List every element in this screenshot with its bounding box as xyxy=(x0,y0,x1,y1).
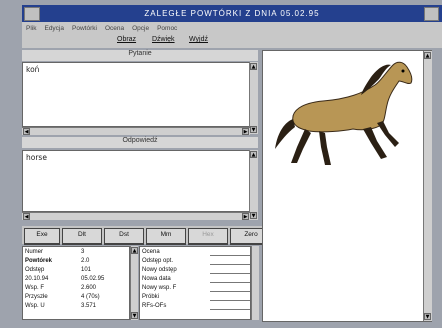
menu-item-exit[interactable]: Wyjdź xyxy=(189,36,208,43)
scroll-up-icon[interactable]: ▲ xyxy=(424,52,431,59)
rating-field[interactable] xyxy=(210,255,250,256)
stat-value: 3.571 xyxy=(81,303,97,309)
stat-value: 3 xyxy=(81,249,85,255)
stat-label: Wsp. F xyxy=(25,285,44,291)
rating-scrollbar[interactable] xyxy=(251,246,259,320)
rating-field[interactable] xyxy=(210,300,250,301)
menu-item-edit[interactable]: Edycja xyxy=(44,25,64,32)
scroll-right-icon[interactable]: ▶ xyxy=(242,213,249,220)
menu-item-image[interactable]: Obraz xyxy=(117,36,136,43)
stat-label: Numer xyxy=(25,249,44,255)
hex-button[interactable]: Hex xyxy=(188,228,228,245)
rating-field[interactable] xyxy=(210,282,250,283)
stats-scrollbar[interactable]: ▲ ▼ xyxy=(130,246,138,320)
scroll-right-icon[interactable]: ▶ xyxy=(242,128,249,135)
menu-item-help[interactable]: Pomoc xyxy=(157,25,177,32)
answer-vertical-scrollbar[interactable]: ▲ ▼ xyxy=(249,150,258,220)
stat-label: Odstęp xyxy=(25,267,45,273)
menu-item-sound[interactable]: Dźwięk xyxy=(152,36,175,43)
scroll-up-icon[interactable]: ▲ xyxy=(250,63,257,70)
window-title: ZALEGŁE POWTÓRKI Z DNIA 05.02.95 xyxy=(144,9,320,18)
scroll-down-icon[interactable]: ▼ xyxy=(250,212,257,219)
scroll-up-icon[interactable]: ▲ xyxy=(250,151,257,158)
rating-label: Nowa data xyxy=(142,276,171,282)
window-title-bar[interactable]: ZALEGŁE POWTÓRKI Z DNIA 05.02.95 xyxy=(22,5,442,22)
maximize-button[interactable] xyxy=(424,7,439,21)
stat-value: 101 xyxy=(81,267,92,273)
toolbar: Exe Dlt Dst Mm Hex Zero xyxy=(22,226,280,245)
rating-field[interactable] xyxy=(210,291,250,292)
secondary-menu-bar: Obraz Dźwięk Wyjdź xyxy=(22,34,442,48)
scroll-down-icon[interactable]: ▼ xyxy=(250,126,257,133)
stat-label: Przyszłe xyxy=(25,294,48,300)
scroll-down-icon[interactable]: ▼ xyxy=(131,312,138,319)
question-horizontal-scrollbar[interactable]: ◀ ▶ xyxy=(22,127,250,135)
rating-field[interactable] xyxy=(210,264,250,265)
dst-button[interactable]: Dst xyxy=(104,228,144,245)
stat-value: 2.0 xyxy=(81,258,90,264)
image-scrollbar[interactable]: ▲ ▼ xyxy=(423,51,432,321)
rating-field[interactable] xyxy=(210,273,250,274)
rating-label: Próbki xyxy=(142,294,160,300)
answer-textbox[interactable]: horse xyxy=(22,150,250,212)
menu-item-rating[interactable]: Ocena xyxy=(105,25,124,32)
question-panel-label: Pytanie xyxy=(22,50,258,61)
rating-label: Ocena xyxy=(142,249,160,255)
stat-value: 2.600 xyxy=(81,285,97,291)
rating-panel: Ocena Odstęp opt. Nowy odstęp Nowa data … xyxy=(139,246,251,320)
menu-item-file[interactable]: Plik xyxy=(26,25,36,32)
scroll-left-icon[interactable]: ◀ xyxy=(23,213,30,220)
answer-panel-label: Odpowiedź xyxy=(22,137,258,148)
scroll-up-icon[interactable]: ▲ xyxy=(131,247,138,254)
stat-label: Powtórek xyxy=(25,258,53,264)
stat-label: Wsp. U xyxy=(25,303,45,309)
question-textbox[interactable]: koń xyxy=(22,62,250,127)
stat-label: 20.10.94 xyxy=(25,276,49,282)
answer-horizontal-scrollbar[interactable]: ◀ ▶ xyxy=(22,212,250,220)
stat-value: 4 (70s) xyxy=(81,294,100,300)
scroll-left-icon[interactable]: ◀ xyxy=(23,128,30,135)
stat-value: 05.02.95 xyxy=(81,276,105,282)
rating-label: Nowy wsp. F xyxy=(142,285,177,291)
rating-label: RFs-OFs xyxy=(142,303,167,309)
stats-panel: Numer 3 Powtórek 2.0 Odstęp 101 20.10.94… xyxy=(22,246,130,320)
menu-item-options[interactable]: Opcje xyxy=(132,25,149,32)
dlt-button[interactable]: Dlt xyxy=(62,228,102,245)
menu-item-repetitions[interactable]: Powtórki xyxy=(72,25,97,32)
mm-button[interactable]: Mm xyxy=(146,228,186,245)
rating-label: Nowy odstęp xyxy=(142,267,177,273)
main-menu-bar: Plik Edycja Powtórki Ocena Opcje Pomoc xyxy=(22,22,442,34)
image-panel: ▲ ▼ xyxy=(262,50,432,322)
rating-label: Odstęp opt. xyxy=(142,258,174,264)
exe-button[interactable]: Exe xyxy=(24,228,60,245)
scroll-down-icon[interactable]: ▼ xyxy=(424,313,431,320)
rating-field[interactable] xyxy=(210,309,250,310)
horse-image xyxy=(275,61,413,165)
system-menu-button[interactable] xyxy=(24,7,40,21)
question-vertical-scrollbar[interactable]: ▲ ▼ xyxy=(249,62,258,134)
